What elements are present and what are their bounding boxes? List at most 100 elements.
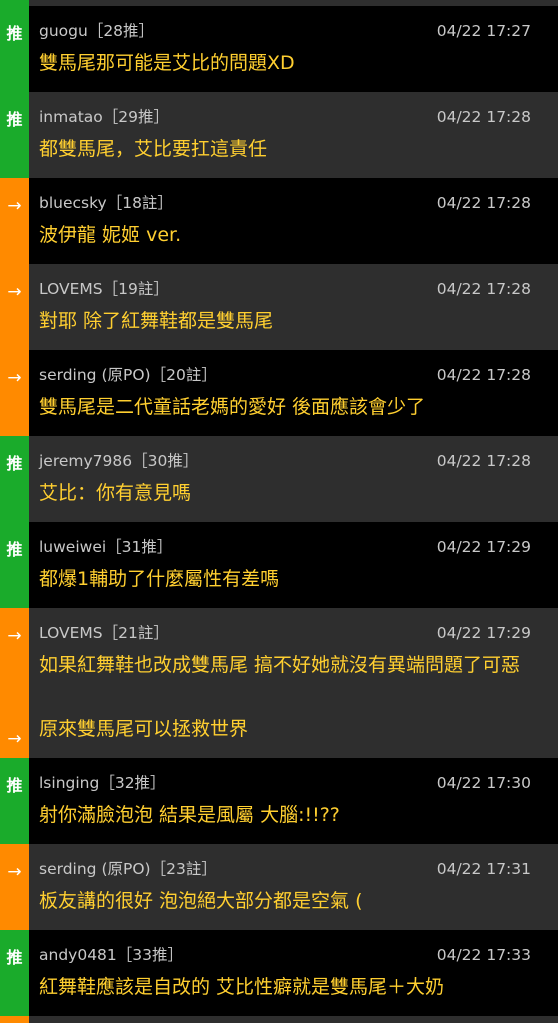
comment-meta: luweiwei［31推］ 04/22 17:29	[39, 536, 531, 558]
comment-row[interactable]: 推 guogu［28推］ 04/22 17:27 雙馬尾那可能是艾比的問題XD	[0, 6, 558, 92]
comment-floor: ［31推］	[106, 538, 173, 556]
comment-row[interactable]: → bluecsky［18註］ 04/22 17:28 波伊龍 妮姬 ver.	[0, 178, 558, 264]
comment-row[interactable]: 推 lsinging［32推］ 04/22 17:30 射你滿臉泡泡 結果是風屬 大腦…	[0, 758, 558, 844]
comment-floor: ［18註］	[106, 194, 173, 212]
comment-time: 04/22 17:31	[436, 860, 531, 878]
comment-text: 紅舞鞋應該是自改的 艾比性癖就是雙馬尾＋大奶	[39, 976, 445, 998]
comment-floor: ［19註］	[102, 280, 169, 298]
comment-author[interactable]: jeremy7986［30推］	[39, 450, 198, 472]
comment-text: 板友講的很好 泡泡絕大部分都是空氣 (	[39, 890, 363, 912]
comment-meta: serding (原PO)［23註］ 04/22 17:31	[39, 858, 531, 880]
comment-username[interactable]: bluecsky	[39, 194, 107, 212]
comment-meta: lsinging［32推］ 04/22 17:30	[39, 772, 531, 794]
comment-username[interactable]: andy0481	[39, 946, 117, 964]
comment-body: inmatao［29推］ 04/22 17:28 都雙馬尾，艾比要扛這責任	[29, 92, 558, 178]
comment-body: andy0481［33推］ 04/22 17:33 紅舞鞋應該是自改的 艾比性癖就是…	[29, 930, 558, 1016]
comment-floor: ［23註］	[150, 860, 217, 878]
comment-body: LOVEMS［21註］ 04/22 17:29 如果紅舞鞋也改成雙馬尾 搞不好她就沒…	[29, 608, 558, 758]
arrow-tag: → →	[0, 608, 29, 758]
arrow-tag: →	[0, 264, 29, 350]
comment-text: 對耶 除了紅舞鞋都是雙馬尾	[39, 310, 274, 332]
comment-username[interactable]: LOVEMS	[39, 624, 103, 642]
comment-tag-label: 推	[6, 110, 23, 129]
comment-tag-label-2: →	[7, 729, 22, 749]
arrow-tag: →	[0, 350, 29, 436]
comment-author[interactable]: lsinging［32推］	[39, 772, 166, 794]
comment-floor: ［29推］	[102, 108, 170, 126]
comment-time: 04/22 17:33	[436, 946, 531, 964]
comment-time: 04/22 17:29	[436, 624, 531, 642]
comment-username[interactable]: inmatao	[39, 108, 103, 126]
comment-username[interactable]: LOVEMS	[39, 280, 103, 298]
comment-tag-label: →	[7, 368, 22, 388]
comment-text: 都爆1輔助了什麼屬性有差嗎	[39, 568, 280, 590]
comment-time: 04/22 17:28	[436, 108, 531, 126]
comment-author[interactable]: serding (原PO)［23註］	[39, 858, 217, 880]
push-tag: 推	[0, 522, 29, 608]
comment-username[interactable]: lsinging	[39, 774, 99, 792]
arrow-tag: →	[0, 844, 29, 930]
comment-row[interactable]: → LOVEMS［19註］ 04/22 17:28 對耶 除了紅舞鞋都是雙馬尾	[0, 264, 558, 350]
push-tag: 推	[0, 92, 29, 178]
comment-tag-label: 推	[6, 948, 23, 967]
comment-username[interactable]: serding (原PO)	[39, 366, 151, 384]
comment-username[interactable]: serding (原PO)	[39, 860, 151, 878]
comment-row[interactable]: 推 andy0481［33推］ 04/22 17:33 紅舞鞋應該是自改的 艾比性癖就…	[0, 930, 558, 1016]
comment-author[interactable]: LOVEMS［21註］	[39, 622, 169, 644]
comment-meta: andy0481［33推］ 04/22 17:33	[39, 944, 531, 966]
comment-username[interactable]: luweiwei	[39, 538, 106, 556]
comment-list: 推 guogu［28推］ 04/22 17:27 雙馬尾那可能是艾比的問題XD 推 inm…	[0, 6, 558, 1016]
comment-text: 波伊龍 妮姬 ver.	[39, 224, 182, 246]
comment-tag-label: →	[7, 196, 22, 216]
comment-text: 射你滿臉泡泡 結果是風屬 大腦:!!??	[39, 804, 340, 826]
comment-text: 雙馬尾那可能是艾比的問題XD	[39, 52, 295, 74]
comment-floor: ［28推］	[87, 22, 155, 40]
comment-meta: bluecsky［18註］ 04/22 17:28	[39, 192, 531, 214]
comment-row[interactable]: → serding (原PO)［23註］ 04/22 17:31 板友講的很好 泡泡絕…	[0, 844, 558, 930]
push-tag: 推	[0, 436, 29, 522]
comment-row[interactable]: → serding (原PO)［20註］ 04/22 17:28 雙馬尾是二代童話老媽…	[0, 350, 558, 436]
push-tag: 推	[0, 930, 29, 1016]
comment-username[interactable]: jeremy7986	[39, 452, 132, 470]
comment-tag-label: 推	[6, 454, 23, 473]
comment-body: luweiwei［31推］ 04/22 17:29 都爆1輔助了什麼屬性有差嗎	[29, 522, 558, 608]
comment-text: 艾比：你有意見嗎	[39, 482, 192, 504]
comment-author[interactable]: bluecsky［18註］	[39, 192, 173, 214]
comment-row[interactable]: → → LOVEMS［21註］ 04/22 17:29 如果紅舞鞋也改成雙馬尾 搞不好她…	[0, 608, 558, 758]
comment-body: serding (原PO)［20註］ 04/22 17:28 雙馬尾是二代童話老媽的…	[29, 350, 558, 436]
comment-meta: LOVEMS［19註］ 04/22 17:28	[39, 278, 531, 300]
comment-tag-label: →	[7, 282, 22, 302]
comment-username[interactable]: guogu	[39, 22, 88, 40]
comment-author[interactable]: LOVEMS［19註］	[39, 278, 169, 300]
comment-meta: guogu［28推］ 04/22 17:27	[39, 20, 531, 42]
comment-tag-label: 推	[6, 24, 23, 43]
comment-time: 04/22 17:27	[436, 22, 531, 40]
comment-body: lsinging［32推］ 04/22 17:30 射你滿臉泡泡 結果是風屬 大腦:…	[29, 758, 558, 844]
next-comment-edge	[0, 1016, 558, 1023]
comment-time: 04/22 17:28	[436, 366, 531, 384]
push-tag: 推	[0, 6, 29, 92]
comment-text: 都雙馬尾，艾比要扛這責任	[39, 138, 268, 160]
comment-author[interactable]: luweiwei［31推］	[39, 536, 172, 558]
comment-author[interactable]: andy0481［33推］	[39, 944, 183, 966]
comment-text: 如果紅舞鞋也改成雙馬尾 搞不好她就沒有異端問題了可惡	[39, 654, 521, 676]
comment-meta: jeremy7986［30推］ 04/22 17:28	[39, 450, 531, 472]
comment-row[interactable]: 推 jeremy7986［30推］ 04/22 17:28 艾比：你有意見嗎	[0, 436, 558, 522]
comment-row[interactable]: 推 luweiwei［31推］ 04/22 17:29 都爆1輔助了什麼屬性有差嗎	[0, 522, 558, 608]
comment-body: bluecsky［18註］ 04/22 17:28 波伊龍 妮姬 ver.	[29, 178, 558, 264]
comment-time: 04/22 17:28	[436, 452, 531, 470]
comment-meta: serding (原PO)［20註］ 04/22 17:28	[39, 364, 531, 386]
comment-time: 04/22 17:29	[436, 538, 531, 556]
comment-author[interactable]: serding (原PO)［20註］	[39, 364, 217, 386]
comment-body: LOVEMS［19註］ 04/22 17:28 對耶 除了紅舞鞋都是雙馬尾	[29, 264, 558, 350]
comment-author[interactable]: guogu［28推］	[39, 20, 154, 42]
comment-floor: ［20註］	[150, 366, 217, 384]
comment-time: 04/22 17:28	[436, 280, 531, 298]
comment-time: 04/22 17:30	[436, 774, 531, 792]
arrow-tag: →	[0, 178, 29, 264]
comment-author[interactable]: inmatao［29推］	[39, 106, 169, 128]
comment-floor: ［33推］	[116, 946, 184, 964]
comment-meta: inmatao［29推］ 04/22 17:28	[39, 106, 531, 128]
comment-tag-label: →	[7, 862, 22, 882]
comment-row[interactable]: 推 inmatao［29推］ 04/22 17:28 都雙馬尾，艾比要扛這責任	[0, 92, 558, 178]
